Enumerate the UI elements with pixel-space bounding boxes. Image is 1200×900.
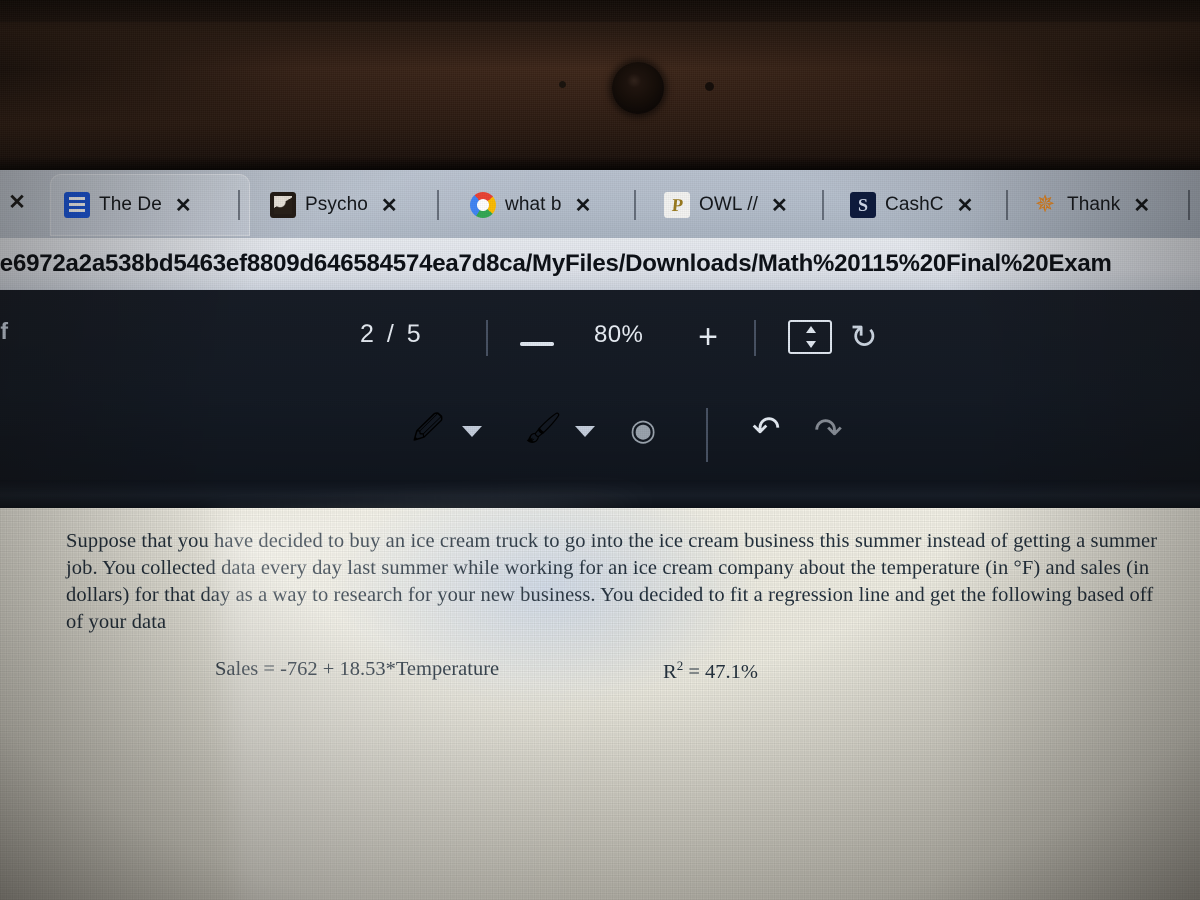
scenario-paragraph: Suppose that you have decided to buy an …: [66, 530, 1158, 633]
tab-title: Psycho: [305, 194, 368, 215]
pdf-current-page[interactable]: 2: [360, 320, 377, 348]
tab-divider: [238, 190, 240, 220]
zoom-in-button[interactable]: +: [690, 320, 726, 356]
pdf-page-separator: /: [386, 320, 397, 348]
redo-icon[interactable]: ↷: [814, 414, 843, 448]
tab-close-icon[interactable]: ✕: [1133, 193, 1150, 218]
tab-close-icon[interactable]: ✕: [771, 193, 788, 218]
tab-close-icon[interactable]: ✕: [175, 193, 192, 218]
pdf-annotation-toolbar: 🖉 🖌 ◉ ↶ ↷: [0, 408, 1200, 478]
pen-icon[interactable]: 🖉: [412, 412, 444, 446]
cashcourse-icon: S: [850, 192, 876, 218]
tab-divider: [1006, 190, 1008, 220]
omnibox[interactable]: -e6972a2a538bd5463ef8809d646584574ea7d8c…: [0, 238, 1200, 290]
browser-tab-the-de[interactable]: The De ✕: [50, 174, 250, 236]
webcam-icon: [612, 62, 664, 114]
pdf-viewer-toolbar: lf 2 / 5 80% + ↻ 🖉 🖌 ◉ ↶ ↷: [0, 290, 1200, 480]
browser-tab-what-b[interactable]: what b ✕: [456, 174, 651, 236]
google-docs-icon: [64, 192, 90, 218]
laptop-bezel: [0, 0, 1200, 172]
browser-tab-owl[interactable]: P OWL // ✕: [650, 174, 840, 236]
zoom-out-button[interactable]: [520, 342, 554, 346]
undo-icon[interactable]: ↶: [752, 412, 781, 446]
highlighter-chevron-down-icon[interactable]: [575, 426, 595, 437]
r-squared-symbol: R: [663, 660, 677, 683]
r-squared-number: = 47.1%: [683, 660, 758, 683]
pdf-page-gap: [0, 480, 1200, 508]
pdf-page-indicator[interactable]: 2 / 5: [360, 320, 424, 349]
toolbar-divider: [754, 320, 756, 356]
browser-tab-psycho[interactable]: Psycho ✕: [256, 174, 451, 236]
screen-area: ✕ The De ✕ Psycho ✕ what b ✕ P OWL // ✕ …: [0, 170, 1200, 900]
pen-chevron-down-icon[interactable]: [462, 426, 482, 437]
highlighter-icon[interactable]: 🖌: [524, 412, 562, 446]
tab-close-icon[interactable]: ✕: [575, 193, 592, 218]
microphone-hole-right-icon: [705, 82, 714, 91]
tab-divider: [634, 190, 636, 220]
pdf-total-pages: 5: [406, 320, 424, 348]
tab-divider: [1188, 190, 1190, 220]
toolbar-divider: [486, 320, 488, 356]
tab-close-icon[interactable]: ✕: [381, 193, 398, 218]
tab-divider: [437, 190, 439, 220]
tab-title: Thank: [1067, 194, 1121, 215]
thankview-starburst-icon: ✵: [1034, 192, 1056, 218]
rotate-counterclockwise-icon[interactable]: ↻: [850, 318, 888, 356]
eraser-icon[interactable]: ◉: [630, 414, 656, 448]
tab-title: what b: [505, 194, 562, 215]
regression-equation: Sales = -762 + 18.53*Temperature: [215, 658, 500, 680]
toolbar-divider: [706, 408, 708, 462]
browser-tab-thank[interactable]: ✵ Thank ✕: [1018, 174, 1200, 236]
fit-to-page-icon[interactable]: [788, 320, 832, 354]
tab-close-icon[interactable]: ✕: [957, 193, 974, 218]
psychology-site-icon: [270, 192, 296, 218]
omnibox-url-text[interactable]: -e6972a2a538bd5463ef8809d646584574ea7d8c…: [0, 250, 1112, 278]
tab-close-offscreen-icon[interactable]: ✕: [4, 190, 30, 216]
google-search-icon: [470, 192, 496, 218]
pdf-page-canvas[interactable]: Questions 1-4 use the following scenario…: [0, 508, 1200, 900]
bezel-texture: [0, 0, 1200, 172]
pdf-filename-label: lf: [0, 318, 9, 344]
purdue-owl-icon: P: [664, 192, 690, 218]
tab-title: OWL //: [699, 194, 759, 215]
zoom-level-label: 80%: [594, 321, 644, 348]
laptop-screen-photo: ✕ The De ✕ Psycho ✕ what b ✕ P OWL // ✕ …: [0, 0, 1200, 900]
tab-title: CashC: [885, 194, 944, 215]
tab-title: The De: [99, 194, 162, 215]
tab-divider: [822, 190, 824, 220]
r-squared-value: R2 = 47.1%: [663, 658, 758, 684]
browser-tab-strip: ✕ The De ✕ Psycho ✕ what b ✕ P OWL // ✕ …: [0, 170, 1200, 240]
document-content: Questions 1-4 use the following scenario…: [0, 508, 1200, 900]
microphone-hole-left-icon: [559, 81, 566, 88]
